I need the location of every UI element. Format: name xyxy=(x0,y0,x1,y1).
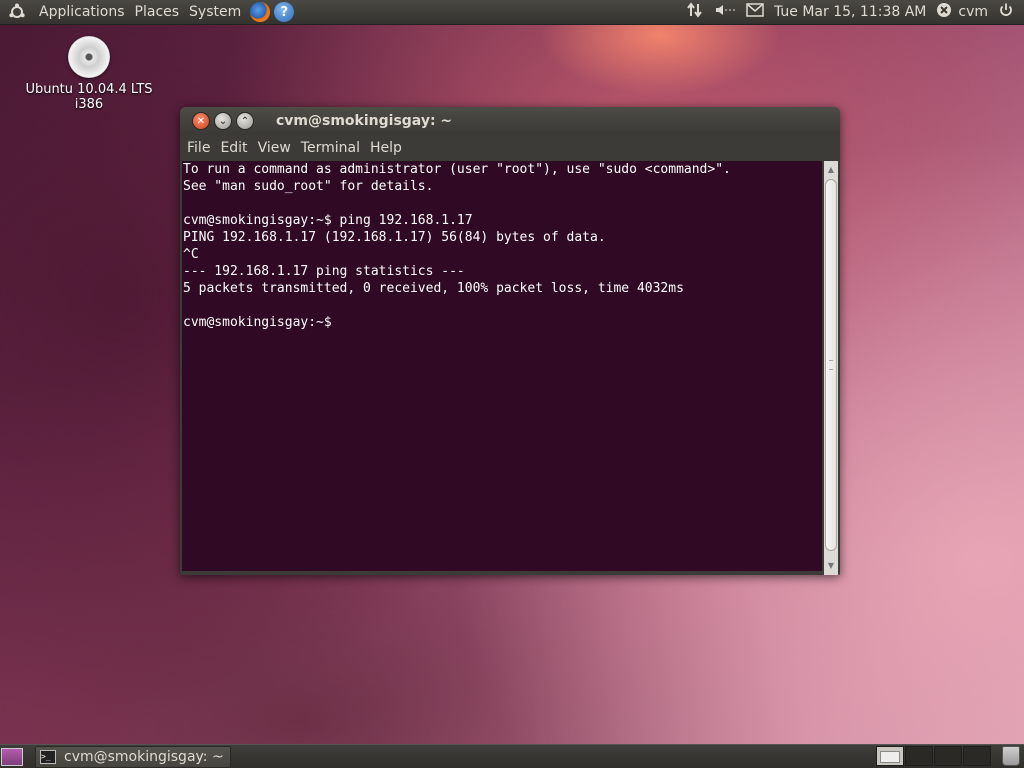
system-tray: Tue Mar 15, 11:38 AM cvm xyxy=(686,0,1024,24)
menu-file[interactable]: File xyxy=(182,140,215,156)
minimize-button[interactable]: ⌄ xyxy=(214,112,232,130)
network-icon[interactable] xyxy=(686,1,704,23)
terminal-line: --- 192.168.1.17 ping statistics --- xyxy=(183,264,465,279)
menu-system[interactable]: System xyxy=(184,4,246,20)
bottom-panel: >_ cvm@smokingisgay: ~ xyxy=(0,744,1024,768)
terminal-icon: >_ xyxy=(40,750,56,764)
menu-help[interactable]: Help xyxy=(365,140,407,156)
scroll-down-arrow-icon[interactable]: ▼ xyxy=(826,559,836,573)
workspace-switcher xyxy=(875,746,991,766)
help-icon[interactable]: ? xyxy=(274,2,295,22)
terminal-line: See "man sudo_root" for details. xyxy=(183,179,434,194)
menu-view[interactable]: View xyxy=(253,140,296,156)
workspace-window-thumb xyxy=(880,751,900,763)
terminal-window: ✕ ⌄ ⌃ cvm@smokingisgay: ~ File Edit View… xyxy=(180,107,840,575)
close-button[interactable]: ✕ xyxy=(192,112,210,130)
menu-terminal[interactable]: Terminal xyxy=(296,140,365,156)
terminal-prompt-line: cvm@smokingisgay:~$ xyxy=(183,315,340,330)
menu-places[interactable]: Places xyxy=(130,4,185,20)
terminal-line: 5 packets transmitted, 0 received, 100% … xyxy=(183,281,684,296)
workspace-4[interactable] xyxy=(963,746,991,766)
scroll-grip-icon xyxy=(829,360,833,370)
workspace-1[interactable] xyxy=(876,746,904,766)
menu-applications[interactable]: Applications xyxy=(34,4,130,20)
clock[interactable]: Tue Mar 15, 11:38 AM xyxy=(774,4,926,20)
firefox-icon[interactable] xyxy=(250,2,271,22)
desktop-icon-label: Ubuntu 10.04.4 LTS xyxy=(25,82,153,97)
terminal-output[interactable]: To run a command as administrator (user … xyxy=(182,161,822,571)
trash-icon[interactable] xyxy=(1002,746,1020,766)
workspace-3[interactable] xyxy=(934,746,962,766)
desktop-icon-ubuntu-cd[interactable]: Ubuntu 10.04.4 LTS i386 xyxy=(20,36,158,112)
terminal-text: To run a command as administrator (user … xyxy=(182,161,822,331)
terminal-line: ^C xyxy=(183,247,199,262)
ubuntu-logo-icon[interactable] xyxy=(8,3,26,21)
terminal-line: PING 192.168.1.17 (192.168.1.17) 56(84) … xyxy=(183,230,606,245)
taskbar-button-label: cvm@smokingisgay: ~ xyxy=(64,749,224,765)
terminal-menubar: File Edit View Terminal Help xyxy=(180,135,840,161)
workspace-2[interactable] xyxy=(905,746,933,766)
show-desktop-icon[interactable] xyxy=(1,748,23,766)
desktop-icon-label-arch: i386 xyxy=(74,97,104,112)
menu-edit[interactable]: Edit xyxy=(215,140,252,156)
titlebar[interactable]: ✕ ⌄ ⌃ cvm@smokingisgay: ~ xyxy=(180,107,840,135)
terminal-scrollbar[interactable]: ▲ ▼ xyxy=(824,161,838,575)
cd-disc-icon xyxy=(68,36,110,78)
user-menu[interactable]: cvm xyxy=(936,2,988,22)
terminal-line: To run a command as administrator (user … xyxy=(183,162,731,177)
scroll-thumb[interactable] xyxy=(825,179,837,551)
maximize-button[interactable]: ⌃ xyxy=(236,112,254,130)
user-status-icon xyxy=(936,2,952,22)
user-name: cvm xyxy=(958,4,988,20)
power-icon[interactable] xyxy=(998,2,1014,22)
taskbar-button-terminal[interactable]: >_ cvm@smokingisgay: ~ xyxy=(35,746,231,768)
terminal-line: cvm@smokingisgay:~$ ping 192.168.1.17 xyxy=(183,213,473,228)
top-panel: Applications Places System ? Tue Mar 15,… xyxy=(0,0,1024,25)
volume-icon[interactable] xyxy=(714,2,736,22)
scroll-up-arrow-icon[interactable]: ▲ xyxy=(826,163,836,177)
window-title: cvm@smokingisgay: ~ xyxy=(276,113,453,129)
mail-icon[interactable] xyxy=(746,3,764,21)
